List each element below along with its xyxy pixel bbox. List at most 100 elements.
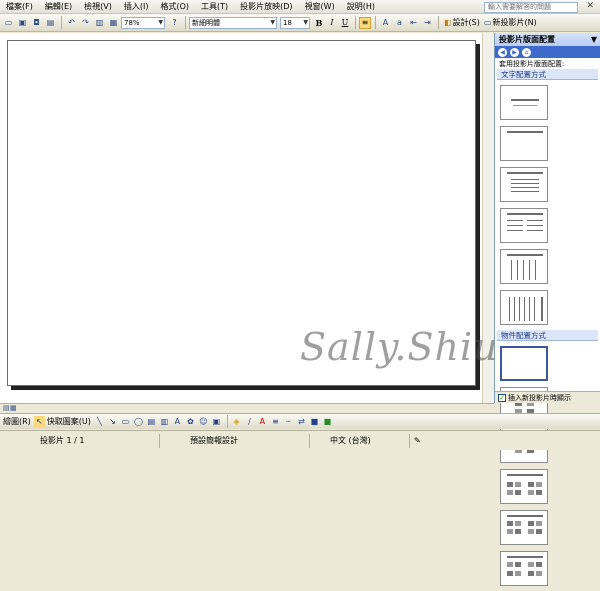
menu-tools[interactable]: 工具(T) bbox=[195, 0, 234, 14]
layout-content-over-content[interactable] bbox=[500, 510, 548, 545]
font-name-value: 新細明體 bbox=[192, 18, 220, 27]
redo-icon[interactable]: ↷ bbox=[79, 16, 92, 29]
drawing-toolbar: 繪圖(R) ↖ 快取圖案(U) ╲ ↘ ▭ ◯ ▤ ▥ A ✿ ☺ ▣ ◈ ∕ … bbox=[0, 413, 600, 429]
layout-four-content[interactable] bbox=[500, 551, 548, 586]
layout-two-content[interactable] bbox=[500, 469, 548, 504]
normal-view-icon[interactable]: ▤ bbox=[3, 404, 10, 412]
new-file-icon[interactable]: ▭ bbox=[2, 16, 15, 29]
new-slide-label: 新投影片(N) bbox=[492, 18, 537, 27]
powerpoint-window: 檔案(F) 編輯(E) 檢視(V) 插入(I) 格式(O) 工具(T) 投影片放… bbox=[0, 0, 600, 586]
language-status: 中文 (台灣) bbox=[310, 433, 410, 448]
standard-toolbar: ▭ ▣ ◘ ▤ ↶ ↷ ▥ ▦ 78% ▼ ? 新細明體 ▼ 18 ▼ B I U ≡… bbox=[0, 14, 600, 32]
sorter-view-icon[interactable]: ▦ bbox=[10, 404, 17, 412]
layout-vertical-title-text[interactable] bbox=[500, 290, 548, 325]
oval-icon[interactable]: ◯ bbox=[133, 416, 144, 427]
picture-icon[interactable]: ▣ bbox=[211, 416, 222, 427]
3d-icon[interactable]: ■ bbox=[322, 416, 333, 427]
toolbar-divider bbox=[375, 16, 376, 29]
chevron-down-icon: ▼ bbox=[303, 18, 308, 26]
menu-slideshow[interactable]: 投影片放映(D) bbox=[234, 0, 298, 14]
menu-view[interactable]: 檢視(V) bbox=[78, 0, 118, 14]
task-pane-title: 投影片版面配置 bbox=[499, 35, 555, 44]
checkmark-icon: ✓ bbox=[498, 393, 506, 402]
select-pointer-icon[interactable]: ↖ bbox=[33, 416, 45, 427]
arrow-style-icon[interactable]: ⇄ bbox=[296, 416, 307, 427]
close-icon[interactable]: ✕ bbox=[586, 1, 594, 11]
toolbar-divider bbox=[355, 16, 356, 29]
menu-help[interactable]: 說明(H) bbox=[341, 0, 381, 14]
help-icon[interactable]: ? bbox=[168, 16, 181, 29]
new-slide-button[interactable]: ▭ 新投影片(N) bbox=[484, 17, 537, 28]
arrow-icon[interactable]: ↘ bbox=[107, 416, 118, 427]
align-left-button[interactable]: ≡ bbox=[359, 16, 371, 29]
apply-layout-label: 套用投影片版面配置: bbox=[499, 60, 565, 68]
vertical-textbox-icon[interactable]: ▥ bbox=[159, 416, 170, 427]
forward-icon[interactable]: ▶ bbox=[510, 47, 519, 57]
back-icon[interactable]: ◀ bbox=[498, 47, 507, 57]
decrease-font-icon[interactable]: a bbox=[393, 16, 406, 29]
increase-font-icon[interactable]: A bbox=[379, 16, 392, 29]
autoshapes-button[interactable]: 快取圖案(U) bbox=[47, 416, 91, 427]
menu-window[interactable]: 視窗(W) bbox=[299, 0, 341, 14]
font-size-value: 18 bbox=[283, 18, 292, 27]
undo-icon[interactable]: ↶ bbox=[65, 16, 78, 29]
zoom-select[interactable]: 78% ▼ bbox=[121, 16, 165, 29]
slide-count-status: 投影片 1 / 1 bbox=[0, 433, 160, 448]
task-pane: 投影片版面配置 ▼ ◀ ▶ ⌂ 套用投影片版面配置: 文字配置方式 物件配置方式… bbox=[494, 33, 600, 586]
design-button[interactable]: ◧ 設計(S) bbox=[444, 17, 480, 28]
chart-icon[interactable]: ▥ bbox=[93, 16, 106, 29]
task-pane-nav: ◀ ▶ ⌂ bbox=[495, 46, 600, 58]
toolbar-divider bbox=[438, 16, 439, 29]
clipart-icon[interactable]: ☺ bbox=[198, 416, 209, 427]
layout-title-and-text[interactable] bbox=[500, 167, 548, 202]
save-icon[interactable]: ◘ bbox=[30, 16, 43, 29]
indent-icon[interactable]: ⇤ bbox=[407, 16, 420, 29]
textbox-icon[interactable]: ▤ bbox=[146, 416, 157, 427]
view-bar: ▤ ▦ bbox=[0, 403, 494, 413]
rectangle-icon[interactable]: ▭ bbox=[120, 416, 131, 427]
menu-insert[interactable]: 插入(I) bbox=[118, 0, 155, 14]
home-icon[interactable]: ⌂ bbox=[522, 47, 531, 57]
table-icon[interactable]: ▦ bbox=[107, 16, 120, 29]
font-name-select[interactable]: 新細明體 ▼ bbox=[189, 16, 277, 29]
font-size-select[interactable]: 18 ▼ bbox=[280, 16, 310, 29]
menu-file[interactable]: 檔案(F) bbox=[0, 0, 39, 14]
chevron-down-icon: ▼ bbox=[270, 18, 275, 26]
bold-button[interactable]: B bbox=[313, 17, 325, 29]
menu-edit[interactable]: 編輯(E) bbox=[39, 0, 78, 14]
content-layouts-grid bbox=[495, 341, 600, 591]
show-on-insert-checkbox[interactable]: ✓ 插入新投影片時顯示 bbox=[495, 391, 600, 403]
italic-button[interactable]: I bbox=[326, 17, 338, 29]
open-folder-icon[interactable]: ▣ bbox=[16, 16, 29, 29]
design-status: 預設簡報設計 bbox=[160, 433, 310, 448]
new-slide-icon: ▭ bbox=[483, 18, 492, 27]
layout-title-only[interactable] bbox=[500, 126, 548, 161]
print-icon[interactable]: ▤ bbox=[44, 16, 57, 29]
outdent-icon[interactable]: ⇥ bbox=[421, 16, 434, 29]
wordart-icon[interactable]: A bbox=[172, 416, 183, 427]
menu-bar: 檔案(F) 編輯(E) 檢視(V) 插入(I) 格式(O) 工具(T) 投影片放… bbox=[0, 0, 600, 14]
fill-color-icon[interactable]: ◈ bbox=[231, 416, 242, 427]
draw-menu-button[interactable]: 繪圖(R) bbox=[3, 416, 31, 427]
layout-title-slide[interactable] bbox=[500, 85, 548, 120]
chevron-down-icon[interactable]: ▼ bbox=[591, 33, 600, 46]
show-on-insert-label: 插入新投影片時顯示 bbox=[508, 393, 571, 402]
text-layouts-heading: 文字配置方式 bbox=[497, 69, 598, 80]
help-search-input[interactable]: 輸入需要解答的問題 bbox=[484, 2, 578, 13]
line-icon[interactable]: ╲ bbox=[94, 416, 105, 427]
zoom-value: 78% bbox=[124, 18, 140, 27]
line-color-icon[interactable]: ∕ bbox=[244, 416, 255, 427]
underline-button[interactable]: U bbox=[339, 17, 351, 29]
layout-two-column-text[interactable] bbox=[500, 208, 548, 243]
diagram-icon[interactable]: ✿ bbox=[185, 416, 196, 427]
shadow-icon[interactable]: ■ bbox=[309, 416, 320, 427]
dash-style-icon[interactable]: ┄ bbox=[283, 416, 294, 427]
task-pane-header: 投影片版面配置 ▼ bbox=[495, 33, 600, 46]
layout-blank[interactable] bbox=[500, 346, 548, 381]
toolbar-divider bbox=[185, 16, 186, 29]
font-color-icon[interactable]: A bbox=[257, 416, 268, 427]
line-style-icon[interactable]: ≡ bbox=[270, 416, 281, 427]
layout-vertical-text[interactable] bbox=[500, 249, 548, 284]
menu-format[interactable]: 格式(O) bbox=[154, 0, 195, 14]
toolbar-divider bbox=[226, 415, 228, 428]
